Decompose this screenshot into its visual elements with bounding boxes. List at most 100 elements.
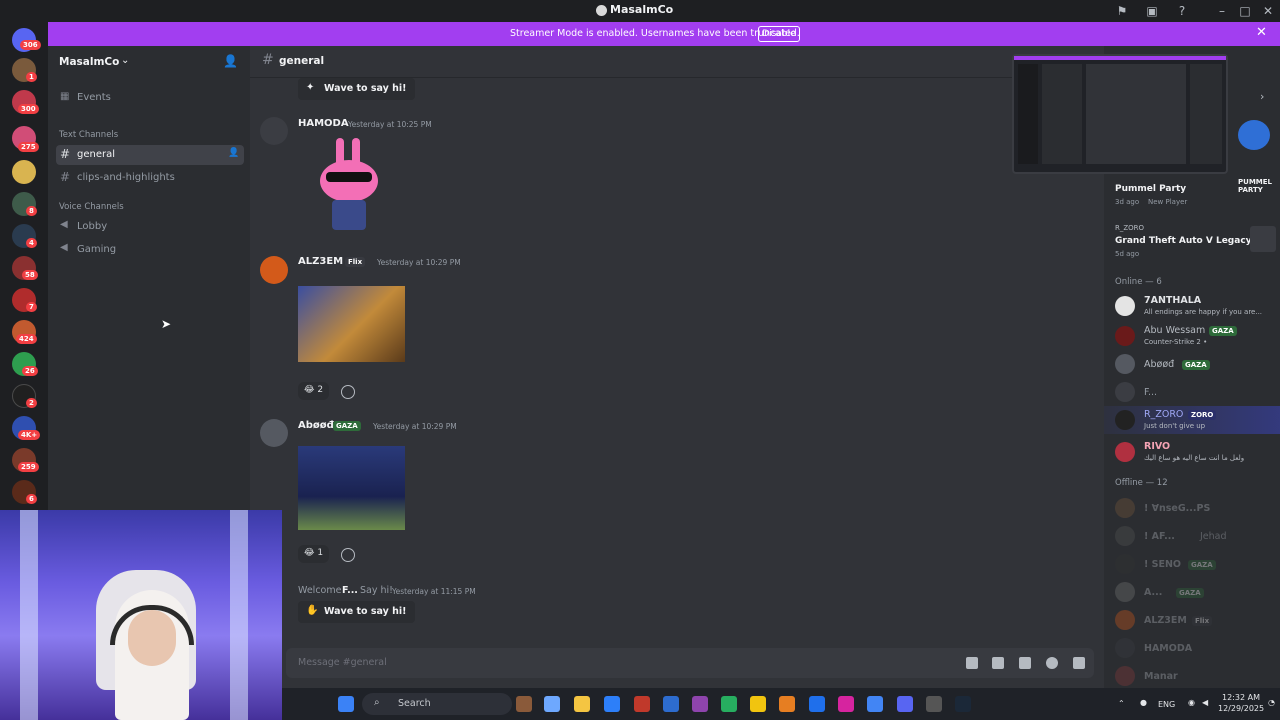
add-reaction-icon[interactable] xyxy=(341,548,355,562)
activity-card[interactable]: Pummel Party 3d ago New Player PUMMEL PA… xyxy=(1108,174,1276,218)
steam-icon[interactable] xyxy=(955,696,971,712)
avatar xyxy=(1115,554,1135,574)
avatar[interactable] xyxy=(260,256,288,284)
discord-icon[interactable] xyxy=(897,696,913,712)
chevron-up-icon[interactable]: ⌃ xyxy=(1118,699,1125,708)
app-icon[interactable] xyxy=(809,696,825,712)
create-invite-icon[interactable]: 👤 xyxy=(228,148,239,158)
chevron-right-icon[interactable]: › xyxy=(1260,90,1264,103)
voice-channel-lobby[interactable]: ◀ Lobby xyxy=(56,217,244,237)
events-item[interactable]: ▦ Events xyxy=(56,88,244,108)
start-icon[interactable] xyxy=(338,696,354,712)
taskbar-search[interactable]: ⌕ Search xyxy=(362,693,512,715)
app-icon[interactable] xyxy=(926,696,942,712)
activity-time: 5d ago xyxy=(1115,250,1140,258)
clock-date[interactable]: 12/29/2025 xyxy=(1218,704,1264,713)
search-label: Search xyxy=(398,698,431,709)
avatar[interactable] xyxy=(260,117,288,145)
apps-icon[interactable] xyxy=(1073,657,1085,669)
avatar xyxy=(1115,442,1135,462)
wave-button[interactable]: ✋ Wave to say hi! xyxy=(298,601,415,623)
channel-general[interactable]: # general 👤 xyxy=(56,145,244,165)
text-channels-category[interactable]: Text Channels xyxy=(59,130,118,140)
app-icon[interactable] xyxy=(692,696,708,712)
server-name[interactable]: MasalmCo xyxy=(59,56,119,68)
add-reaction-icon[interactable] xyxy=(341,385,355,399)
member-row[interactable]: 7ANTHALA All endings are happy if you ar… xyxy=(1104,292,1280,320)
clock-time[interactable]: 12:32 AM xyxy=(1222,693,1260,702)
reaction-laugh[interactable]: 😂 1 xyxy=(298,545,330,563)
member-row[interactable]: RIVO ولعل ما انت ساع اليه هو ساع اليك xyxy=(1104,438,1280,466)
welcome-user[interactable]: F... xyxy=(342,585,358,596)
chrome-icon[interactable] xyxy=(867,696,883,712)
emoji-icon[interactable] xyxy=(1046,657,1058,669)
mic-icon[interactable]: ● xyxy=(1140,698,1147,707)
member-row[interactable]: Abøøđ GAZA xyxy=(1104,352,1280,376)
member-status: ولعل ما انت ساع اليه هو ساع اليك xyxy=(1144,454,1245,462)
member-row[interactable]: Abu Wessam GAZA Counter-Strike 2 • xyxy=(1104,322,1280,350)
maximize-icon[interactable]: □ xyxy=(1237,3,1253,19)
member-row[interactable]: Manar xyxy=(1104,664,1280,688)
sticker-icon[interactable] xyxy=(1019,657,1031,669)
events-label: Events xyxy=(77,92,111,103)
member-row[interactable]: ! ⱯnseG...PS xyxy=(1104,496,1280,520)
message-author[interactable]: ALZ3EM xyxy=(298,256,343,267)
close-banner-icon[interactable]: ✕ xyxy=(1256,25,1267,40)
wave-label: Wave to say hi! xyxy=(324,606,407,617)
voice-channels-category[interactable]: Voice Channels xyxy=(59,202,124,212)
file-explorer-icon[interactable] xyxy=(574,696,590,712)
screen-icon[interactable]: ▣ xyxy=(1144,3,1160,19)
activity-card[interactable]: R_ZORO Grand Theft Auto V Legacy 5d ago xyxy=(1108,218,1276,262)
notification-icon[interactable]: ◔ xyxy=(1268,698,1275,707)
member-row[interactable]: ! SENO GAZA xyxy=(1104,552,1280,576)
instagram-icon[interactable] xyxy=(838,696,854,712)
member-name: ! AF... xyxy=(1144,531,1175,542)
activity-status: New Player xyxy=(1148,198,1188,206)
message-author[interactable]: HAMODA xyxy=(298,118,349,129)
app-icon[interactable] xyxy=(634,696,650,712)
wave-label: Wave to say hi! xyxy=(324,83,407,94)
member-row[interactable]: ALZ3EM Flix xyxy=(1104,608,1280,632)
minimize-icon[interactable]: – xyxy=(1214,3,1230,19)
gif-icon[interactable] xyxy=(992,657,1004,669)
channel-label: clips-and-highlights xyxy=(77,172,175,183)
message-author[interactable]: Abøøđ xyxy=(298,420,334,431)
close-window-icon[interactable]: ✕ xyxy=(1260,3,1276,19)
store-icon[interactable] xyxy=(604,696,620,712)
volume-icon[interactable]: ◀ xyxy=(1202,698,1208,707)
server-icon[interactable] xyxy=(12,160,36,184)
member-name: 7ANTHALA xyxy=(1144,295,1202,306)
app-icon[interactable] xyxy=(750,696,766,712)
app-icon[interactable] xyxy=(721,696,737,712)
server-rail: 306 1 300 275 8 4 58 7 424 26 2 4K+ 259 … xyxy=(0,22,48,510)
gift-icon[interactable] xyxy=(966,657,978,669)
avatar[interactable] xyxy=(260,419,288,447)
image-attachment[interactable] xyxy=(298,446,405,530)
network-icon[interactable]: ◉ xyxy=(1188,698,1195,707)
member-row[interactable]: ! AF... Jehad xyxy=(1104,524,1280,548)
copilot-icon[interactable] xyxy=(544,696,560,712)
wave-button[interactable]: ✦ Wave to say hi! xyxy=(298,78,415,100)
language-indicator[interactable]: ENG xyxy=(1158,700,1175,709)
message-input[interactable]: Message #general xyxy=(298,657,387,668)
screen-share-preview[interactable] xyxy=(1012,54,1228,174)
reaction-laugh[interactable]: 😂 2 xyxy=(298,382,330,400)
voice-channel-gaming[interactable]: ◀ Gaming xyxy=(56,240,244,260)
brave-icon[interactable] xyxy=(779,696,795,712)
inbox-icon[interactable]: ⚑ xyxy=(1114,3,1130,19)
chevron-down-icon[interactable]: ⌄ xyxy=(121,55,129,66)
image-attachment[interactable] xyxy=(298,286,405,362)
member-row[interactable]: R_ZORO ZORO Just don't give up xyxy=(1104,406,1280,434)
member-row[interactable]: F... xyxy=(1104,380,1280,404)
member-row[interactable]: HAMODA xyxy=(1104,636,1280,660)
help-icon[interactable]: ? xyxy=(1174,3,1190,19)
widget-icon[interactable] xyxy=(516,696,532,712)
app-icon[interactable] xyxy=(663,696,679,712)
message-composer[interactable]: Message #general xyxy=(286,648,1094,678)
channel-clips-and-highlights[interactable]: # clips-and-highlights xyxy=(56,168,244,188)
discord-server-icon xyxy=(596,5,607,16)
member-row[interactable]: A... GAZA xyxy=(1104,580,1280,604)
disable-streamer-mode-button[interactable]: Disable xyxy=(758,26,800,42)
banner-message: Streamer Mode is enabled. Usernames have… xyxy=(510,28,800,39)
invite-people-icon[interactable]: 👤 xyxy=(223,54,238,68)
